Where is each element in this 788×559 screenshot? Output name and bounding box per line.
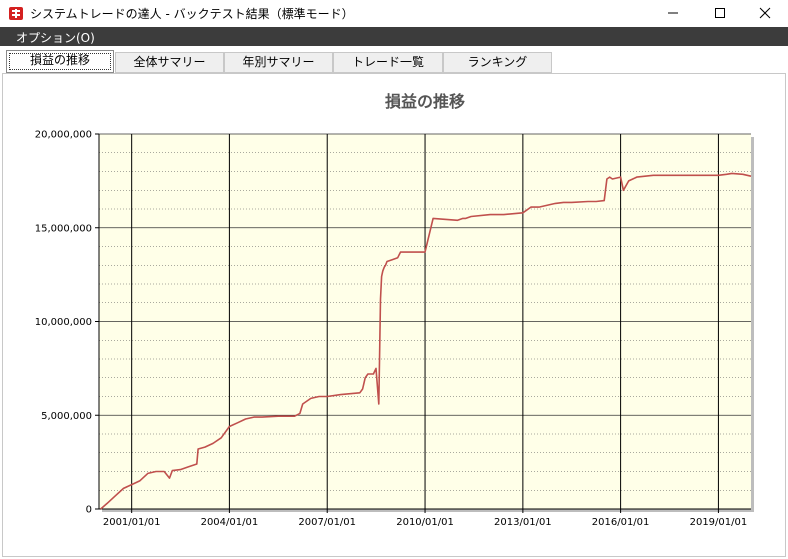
minimize-icon [668,12,678,14]
window-title: システムトレードの達人 - バックテスト結果（標準モード） [30,7,354,21]
y-tick-label: 15,000,000 [35,223,92,234]
y-tick-label: 5,000,000 [41,411,92,422]
x-tick-label: 2010/01/01 [396,517,454,528]
x-tick-label: 2019/01/01 [690,517,748,528]
close-icon [759,7,771,19]
tab-pnl-trend[interactable]: 損益の推移 [6,50,114,73]
x-tick-label: 2007/01/01 [298,517,356,528]
y-tick-label: 0 [86,505,92,516]
x-tick-label: 2001/01/01 [103,517,161,528]
x-tick-label: 2004/01/01 [201,517,259,528]
minimize-button[interactable] [650,0,696,26]
close-button[interactable] [742,0,788,26]
x-tick-label: 2016/01/01 [592,517,650,528]
pnl-chart: 損益の推移 0 5,000,000 10,000,000 15,000,000 20,00… [35,92,754,528]
y-tick-label: 20,000,000 [35,130,92,141]
menu-bar: オプション(O) [0,27,788,46]
chart-panel: 損益の推移 0 5,000,000 10,000,000 15,000,000 20,00… [2,73,786,557]
maximize-button[interactable] [697,0,743,26]
title-bar: システムトレードの達人 - バックテスト結果（標準モード） [0,0,788,26]
y-tick-label: 10,000,000 [35,317,92,328]
app-logo-icon [9,7,23,20]
tab-overall-summary[interactable]: 全体サマリー [115,52,224,73]
tab-yearly-summary[interactable]: 年別サマリー [224,52,333,73]
menu-item-options[interactable]: オプション(O) [16,29,95,46]
tab-strip: 損益の推移 全体サマリー 年別サマリー トレード一覧 ランキング [0,47,788,74]
maximize-icon [715,8,725,18]
tab-trade-list[interactable]: トレード一覧 [333,52,443,73]
tab-ranking[interactable]: ランキング [443,52,552,73]
chart-title: 損益の推移 [385,92,465,111]
x-tick-label: 2013/01/01 [494,517,552,528]
